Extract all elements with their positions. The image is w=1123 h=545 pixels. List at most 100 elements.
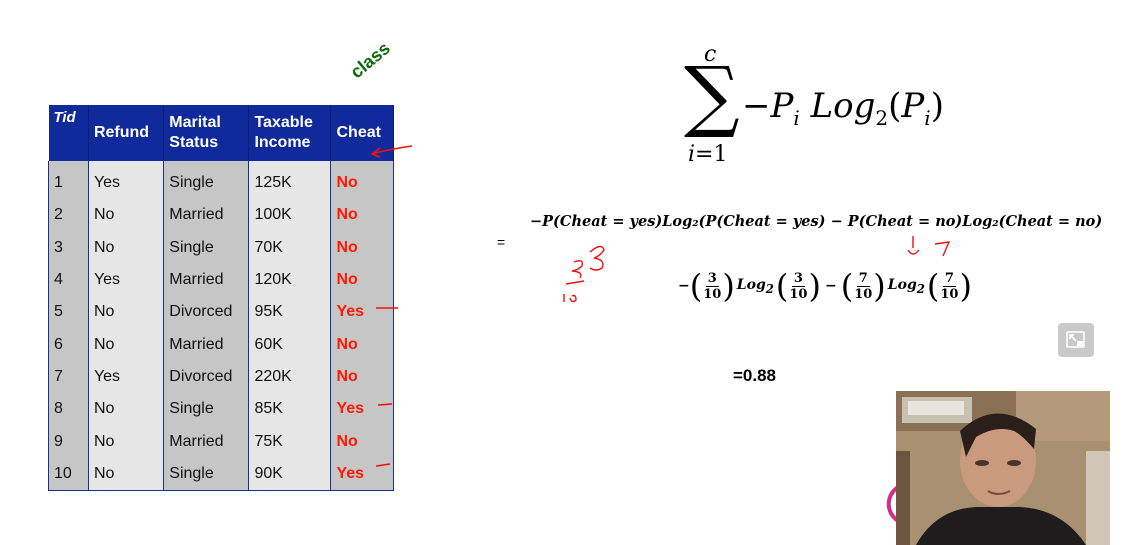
table-body: 1 Yes Single 125K No 2 No Married 100K No 3 No Singl… [48, 161, 394, 491]
cell-taxable-income: 70K [248, 231, 332, 264]
table-row: 1 Yes Single 125K No [48, 161, 394, 200]
fraction-1: 3 10 [703, 270, 722, 302]
sigma-neg-p: −P [742, 86, 794, 126]
header-marital-status: Marital Status [163, 105, 250, 161]
sigma-symbol: ∑ [684, 51, 740, 141]
cell-cheat: No [330, 161, 394, 200]
fraction-4: 7 10 [940, 270, 959, 302]
cell-refund: Yes [88, 263, 165, 297]
cell-tid: 7 [48, 360, 89, 394]
cell-tid: 3 [48, 231, 89, 264]
sigma-expression: −Pi Log2(Pi) [742, 86, 944, 130]
exit-fullscreen-icon [1066, 331, 1085, 348]
cell-refund: No [88, 425, 165, 458]
cell-cheat: No [330, 231, 394, 264]
cell-marital-status: Divorced [163, 296, 250, 329]
cell-tid: 4 [48, 263, 89, 297]
log-2: Log2 [887, 276, 925, 296]
table-row: 9 No Married 75K No [48, 425, 394, 458]
cell-marital-status: Married [163, 425, 250, 458]
header-taxable-income: Taxable Income [248, 105, 332, 161]
table-row: 7 Yes Divorced 220K No [48, 360, 394, 394]
cell-cheat: No [330, 425, 394, 458]
table-row: 4 Yes Married 120K No [48, 263, 394, 297]
neg-sign: − [678, 278, 690, 294]
cell-tid: 5 [48, 296, 89, 329]
cell-refund: No [88, 296, 165, 329]
cell-refund: No [88, 231, 165, 264]
class-label: class [346, 37, 394, 83]
cell-marital-status: Single [163, 457, 250, 491]
cell-taxable-income: 95K [248, 296, 332, 329]
sigma-lower-limit: i=1 [688, 142, 728, 167]
webcam-frame [896, 391, 1110, 545]
cell-tid: 8 [48, 393, 89, 426]
cell-taxable-income: 85K [248, 393, 332, 426]
header-income-line1: Taxable [254, 114, 313, 131]
header-cheat: Cheat [330, 105, 394, 161]
cell-cheat: No [330, 328, 394, 361]
cell-refund: Yes [88, 360, 165, 394]
header-tid: Tid [48, 105, 89, 161]
cell-refund: No [88, 393, 165, 426]
header-marital-line1: Marital [169, 114, 221, 131]
handwritten-three-tenths [563, 245, 605, 303]
table-row: 10 No Single 90K Yes [48, 457, 394, 491]
header-marital-line2: Status [169, 134, 219, 151]
table-header-row: Tid Refund Marital Status Taxable Income… [48, 105, 394, 161]
cell-marital-status: Married [163, 328, 250, 361]
log-1: Log2 [736, 276, 774, 296]
cell-taxable-income: 120K [248, 263, 332, 297]
sigma-log-base: 2 [875, 105, 889, 130]
cell-refund: No [88, 328, 165, 361]
cell-cheat: Yes [330, 393, 394, 426]
table-row: 3 No Single 70K No [48, 231, 394, 264]
cell-refund: Yes [88, 161, 165, 200]
equals-sign: = [497, 234, 506, 250]
cell-tid: 6 [48, 328, 89, 361]
numeric-formula: − ( 3 10 ) Log2 ( 3 10 ) − ( 7 10 ) Log2 ( … [678, 267, 972, 305]
table-row: 2 No Married 100K No [48, 199, 394, 232]
cell-tid: 10 [48, 457, 89, 491]
exit-fullscreen-button[interactable] [1058, 323, 1094, 357]
cell-cheat: Yes [330, 457, 394, 491]
cell-marital-status: Single [163, 393, 250, 426]
cell-taxable-income: 125K [248, 161, 332, 200]
cell-cheat: No [330, 263, 394, 297]
cell-marital-status: Divorced [163, 360, 250, 394]
sigma-log: Log [810, 86, 876, 126]
cell-taxable-income: 75K [248, 425, 332, 458]
cell-tid: 2 [48, 199, 89, 232]
table-row: 5 No Divorced 95K Yes [48, 296, 394, 329]
cell-taxable-income: 220K [248, 360, 332, 394]
minus-sign: − [824, 278, 837, 294]
header-income-line2: Income [254, 134, 311, 151]
cell-tid: 9 [48, 425, 89, 458]
cell-taxable-income: 100K [248, 199, 332, 232]
sigma-close: ) [930, 86, 944, 126]
cell-taxable-income: 90K [248, 457, 332, 491]
cell-cheat: No [330, 199, 394, 232]
webcam-video [896, 391, 1110, 545]
header-refund: Refund [88, 105, 165, 161]
sigma-sub-i: i [793, 105, 800, 130]
handwritten-seven [907, 236, 951, 257]
cell-tid: 1 [48, 161, 89, 200]
cell-cheat: No [330, 360, 394, 394]
cell-cheat: Yes [330, 296, 394, 329]
expanded-formula: −P(Cheat = yes)Log₂(P(Cheat = yes) − P(C… [530, 213, 1103, 230]
cell-marital-status: Single [163, 231, 250, 264]
fraction-2: 3 10 [789, 270, 808, 302]
cell-refund: No [88, 457, 165, 491]
cell-refund: No [88, 199, 165, 232]
table-row: 8 No Single 85K Yes [48, 393, 394, 426]
fraction-3: 7 10 [854, 270, 873, 302]
cell-marital-status: Married [163, 263, 250, 297]
table-row: 6 No Married 60K No [48, 328, 394, 361]
entropy-formula: c ∑ i=1 −Pi Log2(Pi) [680, 42, 970, 172]
training-data-table-container: Tid Refund Marital Status Taxable Income… [48, 105, 394, 491]
cell-taxable-income: 60K [248, 328, 332, 361]
cell-marital-status: Married [163, 199, 250, 232]
training-data-table: Tid Refund Marital Status Taxable Income… [48, 105, 394, 491]
cell-marital-status: Single [163, 161, 250, 200]
